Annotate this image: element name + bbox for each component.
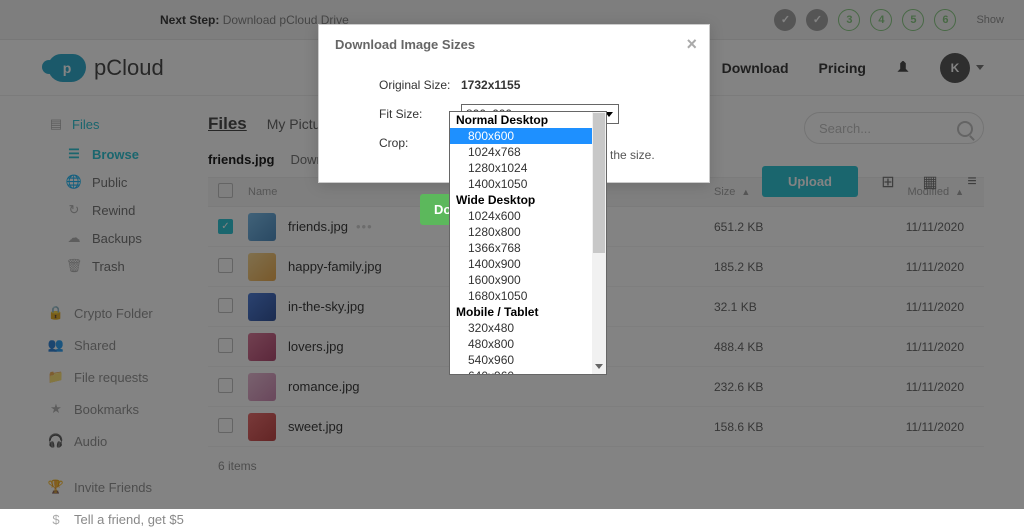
sidebar-item-tell[interactable]: $Tell a friend, get $5	[48, 506, 190, 532]
scrollbar-thumb[interactable]	[593, 113, 605, 253]
dropdown-scrollbar[interactable]	[592, 112, 606, 374]
dropdown-option[interactable]: 480x800	[450, 336, 606, 352]
dropdown-option[interactable]: 1400x1050	[450, 176, 606, 192]
dropdown-option[interactable]: 1024x768	[450, 144, 606, 160]
dropdown-option[interactable]: 800x600	[450, 128, 606, 144]
fit-size-dropdown[interactable]: Normal Desktop800x6001024x7681280x102414…	[449, 111, 607, 375]
dropdown-option[interactable]: 1280x1024	[450, 160, 606, 176]
original-size-label: Original Size:	[379, 78, 461, 92]
dropdown-option[interactable]: 1680x1050	[450, 288, 606, 304]
dropdown-option[interactable]: 1280x800	[450, 224, 606, 240]
dropdown-option[interactable]: 1366x768	[450, 240, 606, 256]
dropdown-group: Mobile / Tablet	[450, 304, 606, 320]
scroll-down-icon[interactable]	[594, 362, 604, 372]
close-icon[interactable]: ×	[686, 35, 697, 53]
dropdown-option[interactable]: 1600x900	[450, 272, 606, 288]
dropdown-group: Normal Desktop	[450, 112, 606, 128]
dropdown-option[interactable]: 1024x600	[450, 208, 606, 224]
dropdown-option[interactable]: 540x960	[450, 352, 606, 368]
dropdown-option[interactable]: 640x960	[450, 368, 606, 375]
modal-title: Download Image Sizes	[335, 37, 475, 52]
dollar-icon: $	[48, 511, 64, 527]
modal-note: the size.	[610, 148, 655, 162]
dropdown-group: Wide Desktop	[450, 192, 606, 208]
dropdown-option[interactable]: 320x480	[450, 320, 606, 336]
original-size-value: 1732x1155	[461, 78, 520, 92]
dropdown-option[interactable]: 1400x900	[450, 256, 606, 272]
